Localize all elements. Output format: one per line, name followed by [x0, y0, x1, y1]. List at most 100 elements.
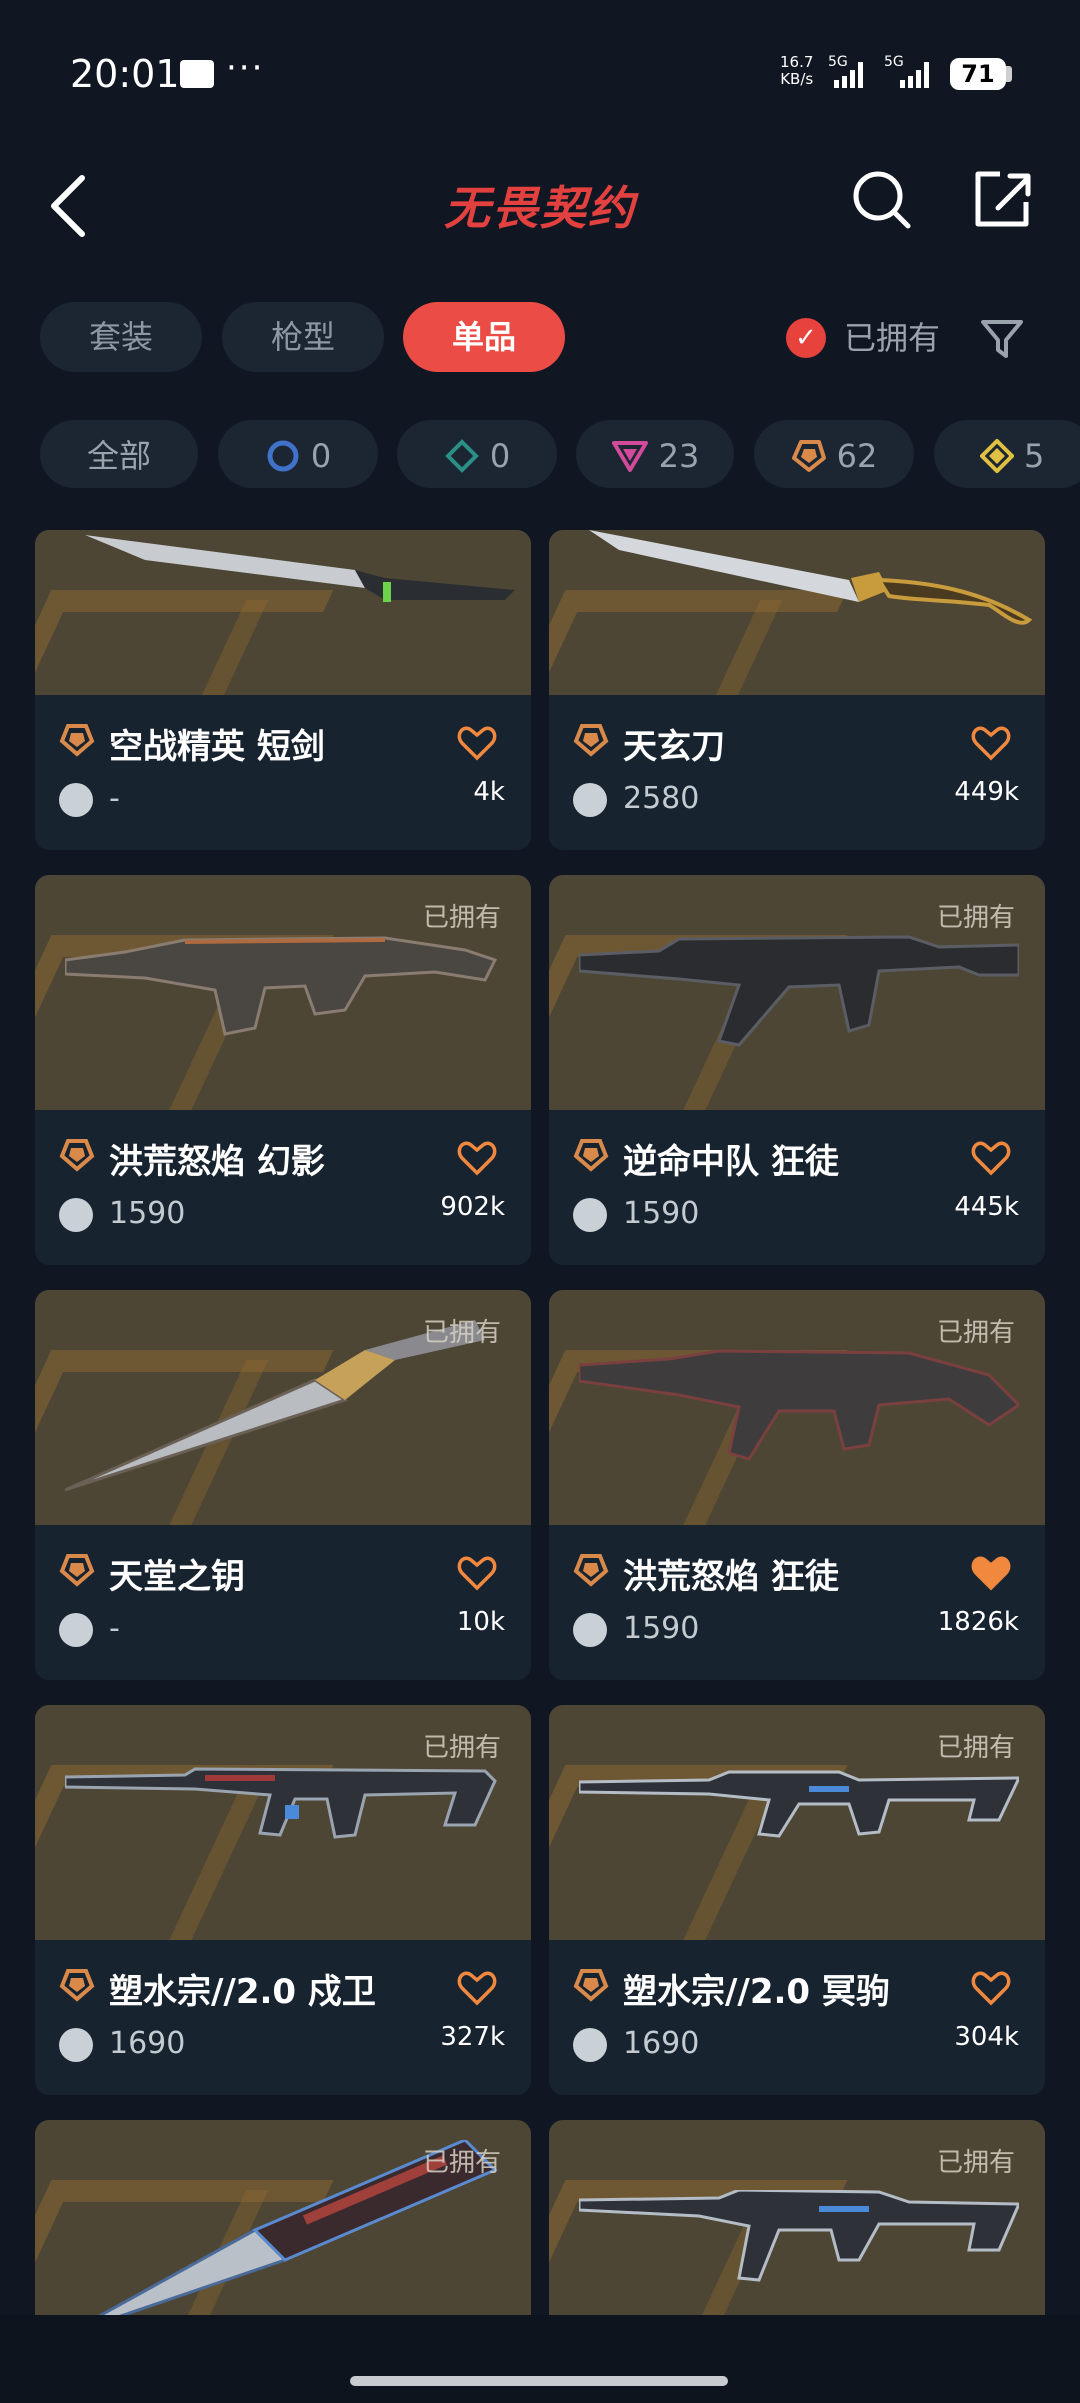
owned-filter-label: 已拥有 — [844, 319, 941, 357]
bottom-safe-area — [0, 2315, 1080, 2403]
status-time: 20:01 — [70, 52, 180, 96]
item-card[interactable]: 已拥有 — [549, 2120, 1045, 2315]
item-image: 已拥有 — [35, 2120, 531, 2315]
search-icon[interactable] — [850, 168, 914, 232]
owned-badge: 已拥有 — [936, 2148, 1015, 2178]
item-info: 空战精英 短剑 - 4k — [35, 695, 531, 845]
item-card[interactable]: 空战精英 短剑 - 4k — [35, 530, 531, 850]
item-card[interactable]: 已拥有 塑水宗//2.0 戍卫 1690 327k — [35, 1705, 531, 2095]
owned-badge: 已拥有 — [936, 1318, 1015, 1348]
item-card[interactable]: 已拥有 — [35, 2120, 531, 2315]
item-name: 空战精英 短剑 — [109, 727, 325, 767]
chip-deluxe-tier[interactable]: 0 — [397, 420, 557, 488]
svg-text:5G: 5G — [828, 54, 848, 70]
item-likes: 449k — [954, 777, 1019, 807]
tier-filter-chips: 全部 0 0 23 62 5 — [0, 420, 1080, 490]
page-title: 无畏契约 — [444, 181, 636, 235]
premium-tier-icon — [611, 441, 648, 472]
item-card[interactable]: 已拥有 塑水宗//2.0 冥驹 1690 304k — [549, 1705, 1045, 2095]
app-header: 无畏契约 — [0, 150, 1080, 260]
signal-5g-icon: 5G — [828, 54, 863, 88]
tab-bundles[interactable]: 套装 — [40, 302, 202, 372]
item-likes: 304k — [954, 2022, 1019, 2052]
sword-image — [589, 530, 1033, 625]
heart-icon[interactable] — [457, 725, 497, 761]
heart-icon[interactable] — [457, 1140, 497, 1176]
item-price: 1690 — [109, 2026, 186, 2061]
valorant-points-icon — [59, 783, 93, 817]
item-image: 已拥有 — [35, 875, 531, 1110]
item-likes: 327k — [440, 2022, 505, 2052]
item-likes: 4k — [473, 777, 505, 807]
item-image: 已拥有 — [35, 1290, 531, 1525]
knife-image — [85, 535, 515, 602]
heart-icon[interactable] — [457, 1970, 497, 2006]
tab-items[interactable]: 单品 — [403, 302, 565, 372]
item-image: 已拥有 — [549, 875, 1045, 1110]
home-indicator[interactable] — [350, 2376, 728, 2386]
valorant-points-icon — [573, 2028, 607, 2062]
rifle-image — [579, 935, 1019, 1047]
select-tier-icon — [267, 440, 299, 472]
tab-weapon-types[interactable]: 枪型 — [222, 302, 384, 372]
item-name: 天玄刀 — [623, 727, 725, 767]
item-info: 逆命中队 狂徒 1590 445k — [549, 1110, 1045, 1260]
status-bar: 20:01 ··· 16.7 KB/s 5G 5G 71 — [0, 0, 1080, 150]
item-card[interactable]: 已拥有 洪荒怒焰 幻影 1590 902k — [35, 875, 531, 1265]
item-price: 1690 — [623, 2026, 700, 2061]
rifle-image — [65, 936, 498, 1036]
filter-icon[interactable] — [980, 318, 1024, 360]
exclusive-tier-icon — [791, 440, 826, 472]
item-likes: 1826k — [937, 1607, 1019, 1637]
item-info: 洪荒怒焰 狂徒 1590 1826k — [549, 1525, 1045, 1675]
item-price: 1590 — [623, 1196, 700, 1231]
more-notifications-icon: ··· — [226, 48, 265, 88]
item-price: 1590 — [109, 1196, 186, 1231]
item-info: 天堂之钥 - 10k — [35, 1525, 531, 1675]
exclusive-tier-icon — [573, 1139, 609, 1172]
item-image: 已拥有 — [35, 1705, 531, 1940]
chip-all-label: 全部 — [86, 437, 151, 475]
chip-ultra-tier[interactable]: 5 — [934, 420, 1080, 488]
chip-premium-tier[interactable]: 23 — [576, 420, 734, 488]
sniper-rifle-image — [65, 1767, 497, 1839]
battery-icon: 71 — [950, 58, 1006, 90]
chip-select-tier[interactable]: 0 — [218, 420, 378, 488]
item-card[interactable]: 已拥有 天堂之钥 - 10k — [35, 1290, 531, 1680]
sniper-rifle-image — [579, 1770, 1019, 1838]
deluxe-tier-icon — [444, 439, 479, 473]
item-price: 2580 — [623, 781, 700, 816]
chip-count: 0 — [489, 437, 511, 475]
item-likes: 10k — [456, 1607, 505, 1637]
owned-badge: 已拥有 — [936, 1733, 1015, 1763]
chip-count: 0 — [310, 437, 332, 475]
net-speed-unit: KB/s — [780, 70, 814, 88]
heart-icon[interactable] — [971, 725, 1011, 761]
share-icon[interactable] — [970, 166, 1034, 232]
heart-filled-icon[interactable] — [971, 1555, 1011, 1591]
item-info: 天玄刀 2580 449k — [549, 695, 1045, 845]
item-card[interactable]: 已拥有 逆命中队 狂徒 1590 445k — [549, 875, 1045, 1265]
exclusive-tier-icon — [573, 1554, 609, 1587]
heart-icon[interactable] — [971, 1140, 1011, 1176]
valorant-points-icon — [573, 1613, 607, 1647]
item-price: - — [109, 781, 120, 816]
net-speed-value: 16.7 — [780, 53, 814, 71]
svg-text:5G: 5G — [884, 54, 904, 70]
item-image — [35, 530, 531, 695]
network-speed: 16.7 KB/s — [780, 54, 813, 88]
valorant-points-icon — [59, 1198, 93, 1232]
item-image: 已拥有 — [549, 1705, 1045, 1940]
heart-icon[interactable] — [971, 1970, 1011, 2006]
chip-all[interactable]: 全部 — [40, 420, 198, 488]
item-name: 逆命中队 狂徒 — [623, 1142, 839, 1182]
item-info: 塑水宗//2.0 戍卫 1690 327k — [35, 1940, 531, 2090]
chip-exclusive-tier[interactable]: 62 — [754, 420, 914, 488]
heart-icon[interactable] — [457, 1555, 497, 1591]
item-card[interactable]: 天玄刀 2580 449k — [549, 530, 1045, 850]
item-info: 洪荒怒焰 幻影 1590 902k — [35, 1110, 531, 1260]
item-card[interactable]: 已拥有 洪荒怒焰 狂徒 1590 1826k — [549, 1290, 1045, 1680]
owned-badge: 已拥有 — [422, 903, 501, 933]
chip-count: 5 — [1024, 437, 1045, 475]
item-info: 塑水宗//2.0 冥驹 1690 304k — [549, 1940, 1045, 2090]
